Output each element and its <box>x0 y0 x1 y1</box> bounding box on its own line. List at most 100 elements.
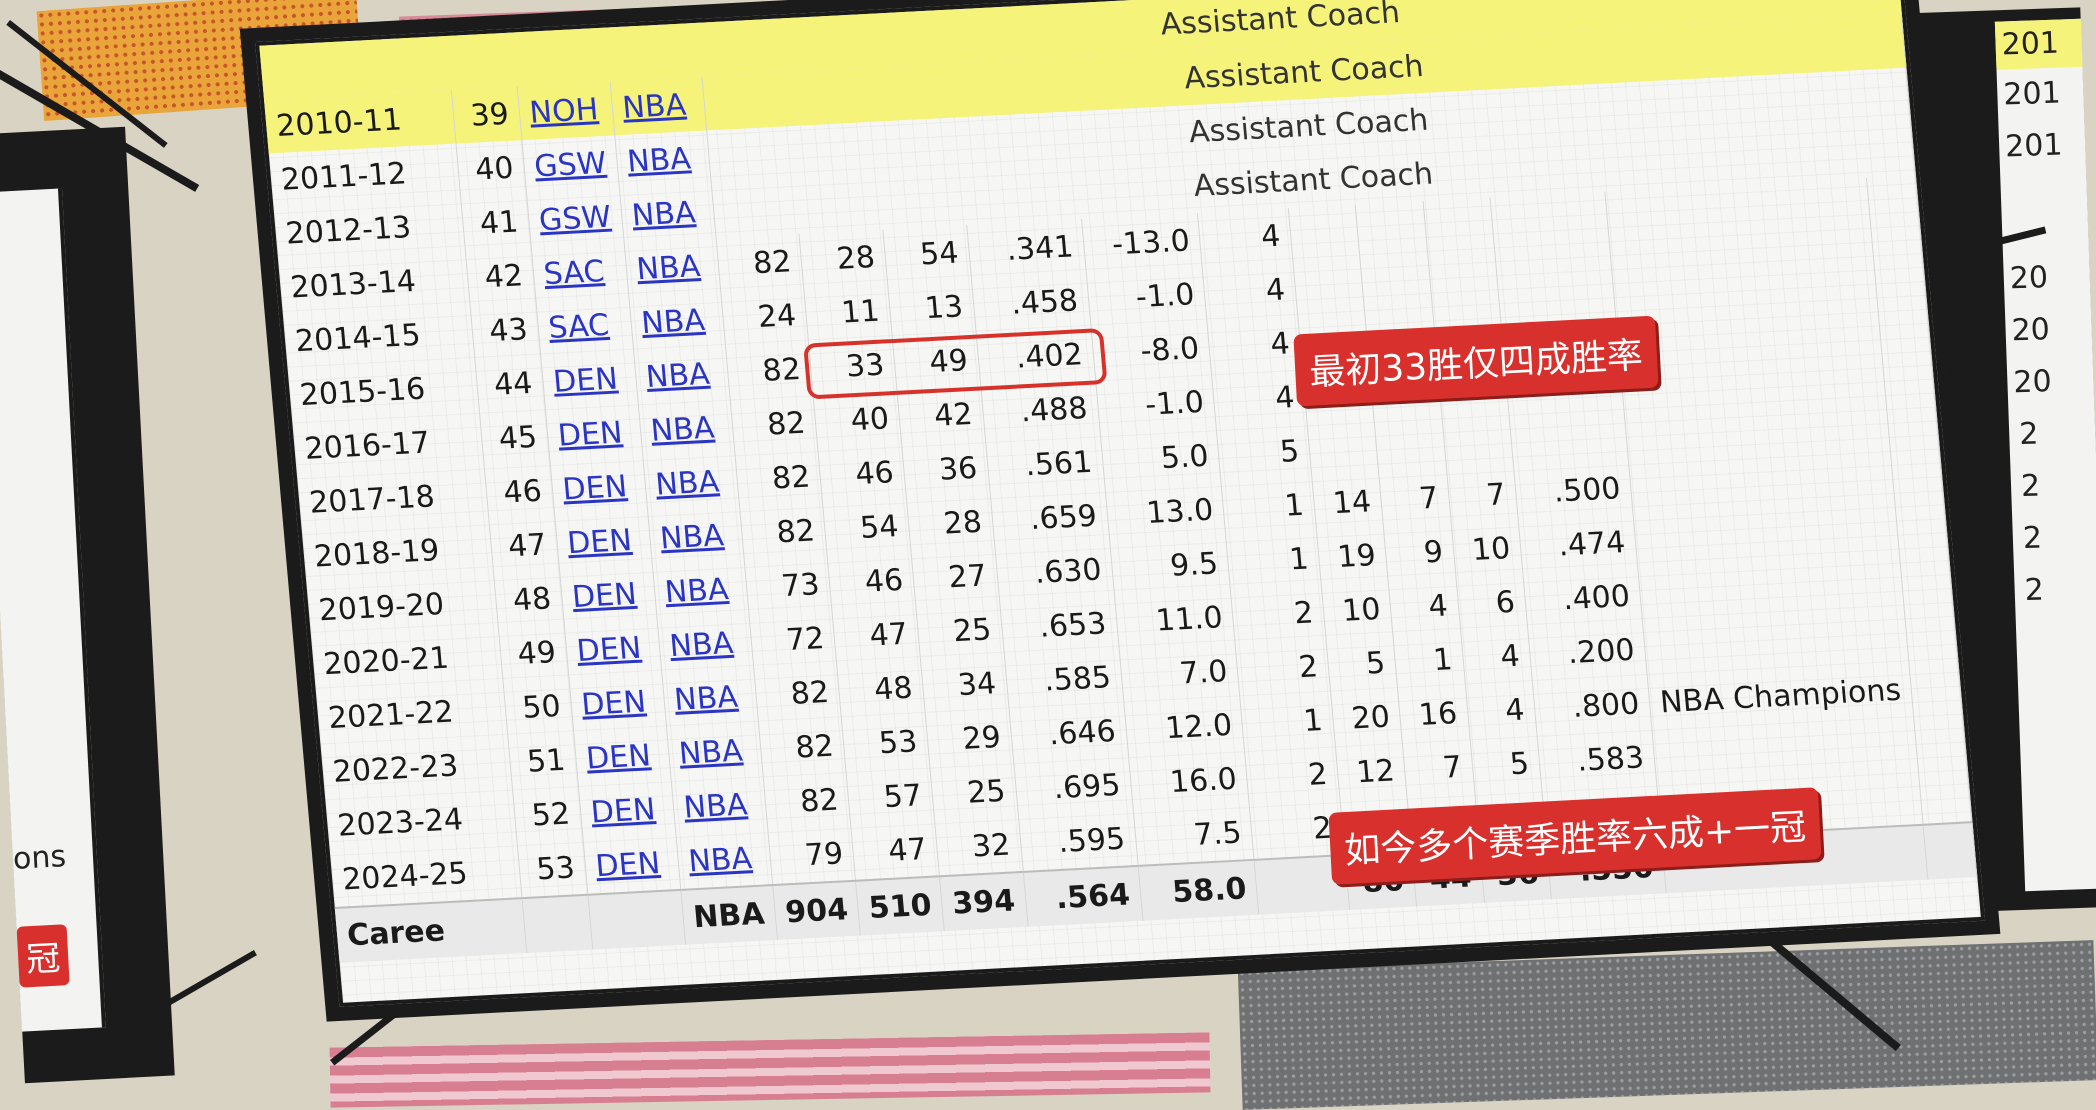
playoff-wins-cell: 7 <box>1402 739 1475 797</box>
wins-cell: 48 <box>837 660 926 719</box>
team-cell[interactable]: DEN <box>568 673 667 733</box>
team-cell-link[interactable]: DEN <box>552 361 619 399</box>
srs-cell: 5.0 <box>1100 428 1222 489</box>
league-cell[interactable]: NBA <box>609 76 707 136</box>
team-cell-link[interactable]: DEN <box>575 630 642 668</box>
team-cell-link[interactable]: GSW <box>538 199 613 238</box>
team-cell-link[interactable]: DEN <box>585 738 652 776</box>
team-cell[interactable]: GSW <box>526 189 624 248</box>
losses-cell: 36 <box>901 440 990 499</box>
losses-cell: 32 <box>934 817 1024 877</box>
srs-cell: -1.0 <box>1086 266 1208 327</box>
team-cell-link[interactable]: GSW <box>533 145 608 184</box>
spacer-cell <box>1908 659 1963 717</box>
league-cell[interactable]: NBA <box>614 130 712 190</box>
team-cell-link[interactable]: DEN <box>571 576 638 614</box>
league-cell[interactable]: NBA <box>661 668 759 728</box>
spacer-cell <box>1918 767 1973 825</box>
losses-cell: 34 <box>920 655 1009 714</box>
team-cell[interactable]: DEN <box>554 512 653 571</box>
team-cell[interactable]: DEN <box>545 404 643 464</box>
league-cell[interactable]: NBA <box>652 561 749 620</box>
team-cell[interactable]: DEN <box>578 781 676 840</box>
playoff-pct-cell: .474 <box>1518 514 1638 575</box>
team-cell-link[interactable]: DEN <box>566 523 633 561</box>
team-cell[interactable]: DEN <box>559 565 657 625</box>
team-cell[interactable]: DEN <box>563 619 662 679</box>
league-cell[interactable]: NBA <box>628 291 726 351</box>
team-cell-link[interactable]: DEN <box>589 792 656 830</box>
games-cell: 79 <box>767 825 856 886</box>
playoff-wins-cell: 7 <box>1379 470 1452 528</box>
age-cell: 49 <box>498 624 569 682</box>
team-cell[interactable]: GSW <box>521 135 620 195</box>
league-cell-link[interactable]: NBA <box>677 733 744 771</box>
team-cell-link[interactable]: NOH <box>528 92 600 130</box>
playoff-wins-cell: 4 <box>1388 577 1461 636</box>
league-cell-link[interactable]: NBA <box>682 787 749 825</box>
league-cell-link[interactable]: NBA <box>630 195 697 233</box>
league-cell-link[interactable]: NBA <box>668 625 735 663</box>
win-pct-cell: .659 <box>989 488 1110 548</box>
playoff-losses-cell: 4 <box>1460 628 1533 686</box>
team-cell[interactable]: DEN <box>540 350 638 410</box>
wins-cell: 46 <box>827 552 916 611</box>
left-edge-text: ons <box>12 839 67 877</box>
season-cell: 2010-11 <box>264 89 456 154</box>
team-cell-link[interactable]: DEN <box>594 845 661 883</box>
team-cell-link[interactable]: DEN <box>580 684 647 722</box>
team-cell[interactable]: DEN <box>582 835 681 895</box>
league-cell[interactable]: NBA <box>637 399 735 459</box>
team-cell-link[interactable]: SAC <box>542 254 606 292</box>
league-cell-link[interactable]: NBA <box>649 410 716 448</box>
league-cell-link[interactable]: NBA <box>659 518 726 556</box>
playoff-games-cell <box>1307 419 1380 478</box>
league-cell[interactable]: NBA <box>647 507 745 566</box>
league-cell-link[interactable]: NBA <box>645 356 712 394</box>
team-cell-link[interactable]: SAC <box>547 307 611 345</box>
team-cell-link[interactable]: DEN <box>561 469 628 507</box>
team-cell[interactable]: NOH <box>516 81 615 141</box>
team-cell[interactable]: SAC <box>530 242 629 302</box>
playoff-losses-cell <box>1427 251 1500 309</box>
spacer-cell <box>1880 336 1935 394</box>
career-league-cell: NBA <box>680 885 778 945</box>
team-cell[interactable]: DEN <box>573 727 671 787</box>
games-cell: 82 <box>753 664 842 723</box>
league-cell-link[interactable]: NBA <box>626 141 693 179</box>
team-cell-link[interactable]: DEN <box>556 415 623 453</box>
age-cell: 43 <box>470 301 541 359</box>
league-cell-link[interactable]: NBA <box>654 464 721 502</box>
spacer-cell <box>1871 229 1925 286</box>
age-cell: 39 <box>451 86 522 144</box>
games-cell: 82 <box>715 233 805 292</box>
league-cell[interactable]: NBA <box>666 722 763 782</box>
games-cell: 24 <box>720 287 809 346</box>
playoff-pct-cell: .400 <box>1522 568 1643 629</box>
wins-cell: 47 <box>832 606 921 665</box>
league-cell-link[interactable]: NBA <box>621 87 688 125</box>
league-cell[interactable]: NBA <box>623 238 721 297</box>
league-cell-link[interactable]: NBA <box>687 841 754 879</box>
league-cell[interactable]: NBA <box>633 345 731 405</box>
league-cell-link[interactable]: NBA <box>663 572 730 610</box>
games-cell: 82 <box>739 502 828 562</box>
team-cell[interactable]: DEN <box>549 458 648 517</box>
season-cell: 2022-23 <box>320 735 513 800</box>
playoff-wins-cell <box>1360 254 1433 313</box>
league-cell[interactable]: NBA <box>619 184 716 243</box>
league-cell-link[interactable]: NBA <box>673 679 740 717</box>
league-cell[interactable]: NBA <box>642 453 740 513</box>
league-cell[interactable]: NBA <box>670 776 768 836</box>
rank-cell: 2 <box>1230 584 1326 644</box>
league-cell[interactable]: NBA <box>656 614 754 674</box>
league-cell-link[interactable]: NBA <box>635 249 702 287</box>
spacer-cell <box>1890 444 1944 501</box>
league-cell[interactable]: NBA <box>675 830 773 890</box>
games-cell: 82 <box>734 449 823 508</box>
career-losses-cell: 394 <box>939 871 1028 932</box>
season-cell: 2021-22 <box>315 681 508 746</box>
career-age-cell <box>521 894 593 954</box>
team-cell[interactable]: SAC <box>535 296 634 356</box>
league-cell-link[interactable]: NBA <box>640 302 707 340</box>
